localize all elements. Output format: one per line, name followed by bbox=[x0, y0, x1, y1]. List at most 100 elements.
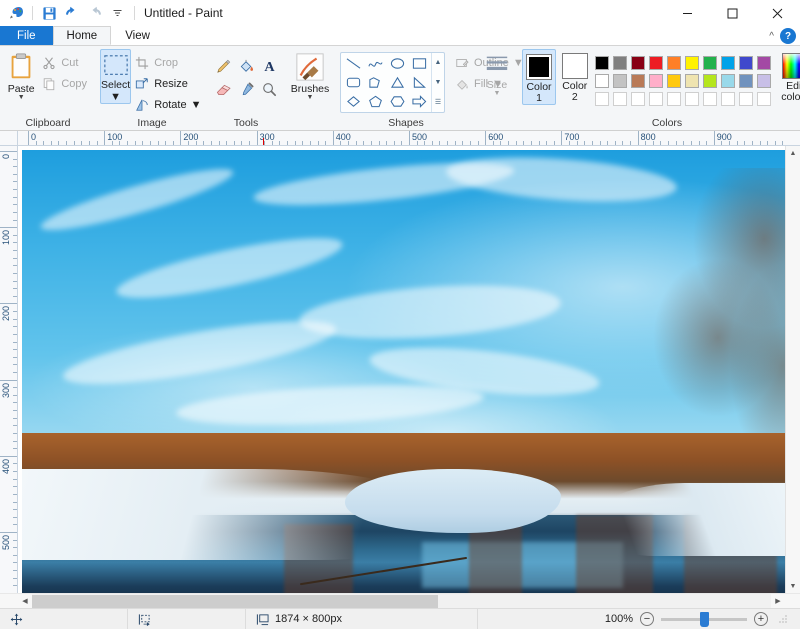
vertical-ruler[interactable]: 0100200300400500600 bbox=[0, 146, 18, 593]
help-icon[interactable]: ? bbox=[780, 28, 796, 44]
palette-swatch-r3-c1[interactable] bbox=[593, 90, 611, 108]
tab-file[interactable]: File bbox=[0, 26, 53, 45]
maximize-button[interactable] bbox=[710, 0, 755, 26]
palette-swatch-r1-c6[interactable] bbox=[683, 54, 701, 72]
palette-swatch-r2-c6[interactable] bbox=[683, 72, 701, 90]
cut-button[interactable]: Cut bbox=[38, 53, 92, 73]
resize-grip-icon[interactable] bbox=[777, 613, 789, 625]
horizontal-ruler[interactable]: 010020030040050060070080090010 bbox=[18, 131, 785, 146]
polygon-shape[interactable] bbox=[364, 73, 386, 92]
palette-swatch-r2-c10[interactable] bbox=[755, 72, 773, 90]
palette-swatch-r2-c3[interactable] bbox=[629, 72, 647, 90]
palette-swatch-r3-c3[interactable] bbox=[629, 90, 647, 108]
eraser-icon[interactable] bbox=[212, 78, 234, 100]
tab-home[interactable]: Home bbox=[52, 26, 112, 45]
shapes-scrollbar[interactable]: ▲ ▼ ☰ bbox=[431, 53, 444, 112]
zoom-in-button[interactable]: + bbox=[754, 612, 768, 626]
palette-swatch-r1-c9[interactable] bbox=[737, 54, 755, 72]
tab-view[interactable]: View bbox=[111, 26, 164, 45]
save-icon[interactable] bbox=[39, 3, 59, 23]
palette-swatch-r3-c9[interactable] bbox=[737, 90, 755, 108]
palette-swatch-r3-c6[interactable] bbox=[683, 90, 701, 108]
resize-button[interactable]: Resize bbox=[131, 74, 206, 94]
palette-swatch-r3-c7[interactable] bbox=[701, 90, 719, 108]
shapes-expand-icon[interactable]: ☰ bbox=[432, 92, 444, 112]
scroll-left-icon[interactable]: ◀ bbox=[18, 594, 32, 609]
palette-swatch-r1-c2[interactable] bbox=[611, 54, 629, 72]
palette-swatch-r3-c4[interactable] bbox=[647, 90, 665, 108]
line-shape[interactable] bbox=[342, 54, 364, 73]
size-caret-icon[interactable]: ▼ bbox=[494, 90, 501, 97]
zoom-out-button[interactable]: − bbox=[640, 612, 654, 626]
palette-swatch-r2-c7[interactable] bbox=[701, 72, 719, 90]
minimize-button[interactable] bbox=[665, 0, 710, 26]
palette-swatch-r1-c1[interactable] bbox=[593, 54, 611, 72]
palette-swatch-r2-c9[interactable] bbox=[737, 72, 755, 90]
hexagon-shape[interactable] bbox=[386, 92, 408, 111]
copy-button[interactable]: Copy bbox=[38, 74, 92, 94]
palette-swatch-r2-c1[interactable] bbox=[593, 72, 611, 90]
rectangle-shape[interactable] bbox=[408, 54, 430, 73]
collapse-ribbon-icon[interactable]: ^ bbox=[769, 31, 774, 42]
color-picker-icon[interactable] bbox=[235, 78, 257, 100]
curve-shape[interactable] bbox=[364, 54, 386, 73]
horizontal-scrollbar[interactable]: ◀ ▶ bbox=[18, 593, 785, 609]
palette-swatch-r3-c5[interactable] bbox=[665, 90, 683, 108]
brushes-button[interactable]: Brushes ▼ bbox=[288, 49, 332, 101]
pencil-icon[interactable] bbox=[212, 55, 234, 77]
canvas-area[interactable] bbox=[18, 146, 785, 593]
triangle-shape[interactable] bbox=[386, 73, 408, 92]
palette-swatch-r3-c10[interactable] bbox=[755, 90, 773, 108]
palette-swatch-r1-c10[interactable] bbox=[755, 54, 773, 72]
canvas-image[interactable] bbox=[22, 150, 785, 593]
color-2-button[interactable]: Color 2 bbox=[558, 49, 592, 103]
vertical-scrollbar[interactable]: ▲ ▼ bbox=[785, 146, 800, 593]
palette-swatch-r3-c8[interactable] bbox=[719, 90, 737, 108]
diamond-shape[interactable] bbox=[342, 92, 364, 111]
right-triangle-shape[interactable] bbox=[408, 73, 430, 92]
palette-swatch-r2-c2[interactable] bbox=[611, 72, 629, 90]
palette-swatch-r2-c4[interactable] bbox=[647, 72, 665, 90]
edit-colors-button[interactable]: Edit colors bbox=[778, 49, 800, 103]
horizontal-scroll-track[interactable] bbox=[32, 593, 771, 608]
text-icon[interactable]: A bbox=[258, 55, 280, 77]
undo-icon[interactable] bbox=[62, 3, 82, 23]
customize-qat-icon[interactable] bbox=[108, 3, 128, 23]
oval-shape[interactable] bbox=[386, 54, 408, 73]
palette-swatch-r2-c5[interactable] bbox=[665, 72, 683, 90]
scroll-up-icon[interactable]: ▲ bbox=[786, 146, 800, 160]
palette-swatch-r3-c2[interactable] bbox=[611, 90, 629, 108]
palette-swatch-r1-c7[interactable] bbox=[701, 54, 719, 72]
color-1-button[interactable]: Color 1 bbox=[522, 49, 556, 105]
shapes-scroll-down-icon[interactable]: ▼ bbox=[432, 73, 444, 93]
select-caret-icon[interactable]: ▼ bbox=[110, 91, 121, 103]
zoom-slider-thumb[interactable] bbox=[700, 611, 709, 627]
palette-swatch-r1-c5[interactable] bbox=[665, 54, 683, 72]
brushes-caret-icon[interactable]: ▼ bbox=[307, 94, 314, 101]
size-button[interactable]: Size ▼ bbox=[480, 49, 514, 97]
shapes-scroll-up-icon[interactable]: ▲ bbox=[432, 53, 444, 73]
paste-button[interactable]: Paste ▼ bbox=[4, 49, 38, 101]
palette-swatch-r2-c8[interactable] bbox=[719, 72, 737, 90]
horizontal-scroll-thumb[interactable] bbox=[32, 594, 439, 608]
rotate-button[interactable]: Rotate ▼ bbox=[131, 95, 206, 115]
paint-app-icon[interactable] bbox=[6, 3, 26, 23]
scroll-down-icon[interactable]: ▼ bbox=[786, 579, 800, 593]
paste-caret-icon[interactable]: ▼ bbox=[18, 94, 25, 101]
select-button[interactable]: Select ▼ bbox=[100, 49, 132, 104]
fill-with-color-icon[interactable] bbox=[235, 55, 257, 77]
rounded-rectangle-shape[interactable] bbox=[342, 73, 364, 92]
palette-swatch-r1-c4[interactable] bbox=[647, 54, 665, 72]
magnifier-icon[interactable] bbox=[258, 78, 280, 100]
palette-swatch-r1-c8[interactable] bbox=[719, 54, 737, 72]
right-arrow-shape[interactable] bbox=[408, 92, 430, 111]
close-button[interactable] bbox=[755, 0, 800, 26]
palette-swatch-r1-c3[interactable] bbox=[629, 54, 647, 72]
pentagon-shape[interactable] bbox=[364, 92, 386, 111]
rotate-caret-icon[interactable]: ▼ bbox=[191, 99, 202, 111]
vertical-scroll-track[interactable] bbox=[786, 160, 800, 579]
crop-button[interactable]: Crop bbox=[131, 53, 206, 73]
scroll-right-icon[interactable]: ▶ bbox=[771, 594, 785, 609]
redo-icon[interactable] bbox=[85, 3, 105, 23]
zoom-slider[interactable] bbox=[661, 611, 747, 627]
